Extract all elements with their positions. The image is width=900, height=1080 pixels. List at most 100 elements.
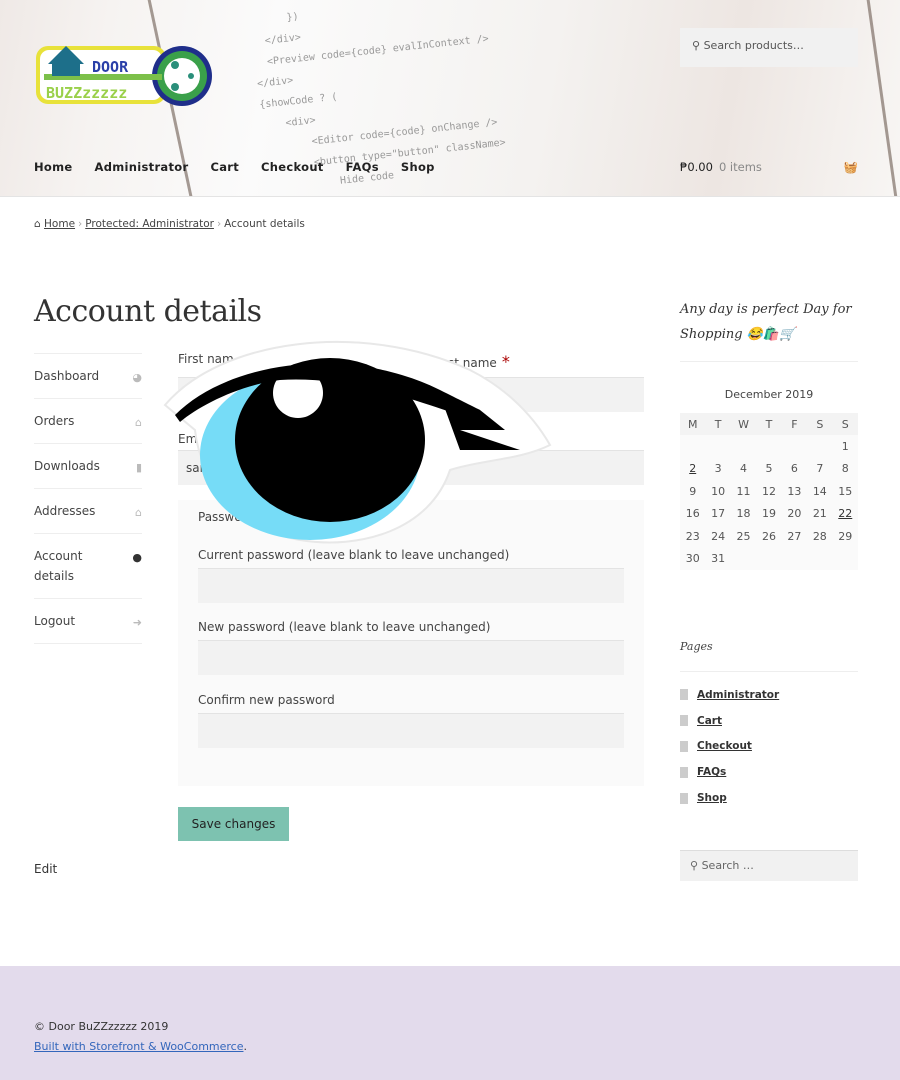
calendar-day: 28 — [807, 525, 833, 548]
page-link-checkout[interactable]: Checkout — [680, 734, 858, 760]
calendar-day: 11 — [730, 480, 757, 503]
current-password-label: Current password (leave blank to leave u… — [198, 548, 510, 562]
tagline-widget: Any day is perfect Day for Shopping 😂🛍️🛒 — [680, 297, 858, 362]
account-nav-downloads[interactable]: Downloads ▮ — [34, 444, 142, 489]
sign-out-icon: ➜ — [132, 616, 142, 629]
calendar-day — [807, 547, 833, 570]
calendar-week: 2345678 — [680, 457, 858, 480]
breadcrumb: ⌂ Home › Protected: Administrator › Account … — [34, 218, 305, 230]
calendar-day — [730, 547, 757, 570]
confirm-password-label: Confirm new password — [198, 693, 335, 707]
save-changes-button[interactable]: Save changes — [178, 807, 289, 841]
calendar-week: 16 17 18 19 20 21 22 — [680, 502, 858, 525]
copyright: © Door BuZZzzzzz 2019 — [34, 1020, 169, 1033]
calendar-day: 31 — [705, 547, 731, 570]
site-logo[interactable]: DOOR BUZZzzzzz — [34, 36, 214, 114]
calendar-day — [832, 547, 858, 570]
pages-widget-title: Pages — [680, 640, 858, 672]
page-link-cart[interactable]: Cart — [680, 708, 858, 734]
calendar-day: 7 — [807, 457, 833, 480]
account-nav-addresses[interactable]: Addresses ⌂ — [34, 489, 142, 534]
page-title: Account details — [34, 294, 262, 329]
calendar-day: 20 — [781, 502, 808, 525]
calendar-week: 30 31 — [680, 547, 858, 570]
calendar-day — [781, 435, 808, 458]
current-password-input[interactable] — [198, 568, 624, 603]
cart-count: 0 items — [718, 160, 762, 174]
calendar-day: 27 — [781, 525, 808, 548]
product-search-input[interactable]: ⚲ Search products… — [680, 28, 858, 67]
account-nav-dashboard[interactable]: Dashboard ◕ — [34, 354, 142, 399]
eye-icon — [163, 340, 552, 544]
calendar-day: 30 — [680, 547, 706, 570]
calendar-widget: December 2019 M T W T F S S 1 2 3 4 5 6 7 8 9 10 11 12 13 14… — [680, 388, 858, 570]
breadcrumb-parent[interactable]: Protected: Administrator — [85, 218, 214, 230]
page-icon — [680, 740, 688, 752]
calendar-week: 9 10 11 12 13 14 15 — [680, 480, 858, 503]
calendar-day-header: W — [730, 413, 757, 435]
calendar-day-header: T — [705, 413, 731, 435]
home-icon: ⌂ — [135, 506, 142, 519]
calendar-day-header: S — [832, 413, 858, 435]
nav-home[interactable]: Home — [34, 160, 73, 174]
calendar-day: 15 — [832, 480, 858, 503]
account-nav-logout[interactable]: Logout ➜ — [34, 599, 142, 644]
sidebar-search-input[interactable]: ⚲ Search … — [680, 850, 858, 881]
svg-text:BUZZzzzzz: BUZZzzzzz — [46, 84, 127, 102]
cart-total: ₱0.00 — [680, 160, 713, 174]
calendar-day — [730, 435, 757, 458]
account-navigation: Dashboard ◕ Orders ⌂ Downloads ▮ Addresses ⌂… — [34, 353, 142, 644]
page-link-administrator[interactable]: Administrator — [680, 682, 858, 708]
calendar-day: 10 — [705, 480, 731, 503]
user-icon: ● — [132, 551, 142, 564]
calendar-day: 1 — [832, 435, 858, 458]
page-icon — [680, 689, 688, 701]
built-with-link[interactable]: Built with Storefront & WooCommerce — [34, 1040, 243, 1053]
account-nav-account-details[interactable]: Account details ● — [34, 534, 142, 599]
calendar-day-header: S — [807, 413, 833, 435]
calendar-day — [807, 435, 833, 458]
calendar-day-header: T — [756, 413, 782, 435]
calendar-day: 6 — [781, 457, 808, 480]
nav-cart[interactable]: Cart — [210, 160, 239, 174]
site-header: }) </div> <Preview code={code} evalInCon… — [0, 0, 900, 197]
calendar-day: 13 — [781, 480, 808, 503]
calendar-day — [756, 547, 782, 570]
nav-faqs[interactable]: FAQs — [346, 160, 379, 174]
primary-nav: Home Administrator Cart Checkout FAQs Sh… — [34, 160, 457, 174]
calendar-day: 29 — [832, 525, 858, 548]
site-footer: © Door BuZZzzzzz 2019 Built with Storefr… — [0, 966, 900, 1080]
page-link-faqs[interactable]: FAQs — [680, 759, 858, 785]
calendar-day: 17 — [705, 502, 731, 525]
basket-icon: ⌂ — [135, 416, 142, 429]
calendar-day — [756, 435, 782, 458]
calendar-week: 23 24 25 26 27 28 29 — [680, 525, 858, 548]
calendar-day: 18 — [730, 502, 757, 525]
calendar-day: 26 — [756, 525, 782, 548]
nav-checkout[interactable]: Checkout — [261, 160, 324, 174]
calendar-day: 21 — [807, 502, 833, 525]
background-decoration — [864, 0, 899, 196]
breadcrumb-current: Account details — [224, 218, 305, 230]
calendar-day[interactable]: 22 — [832, 502, 858, 525]
nav-administrator[interactable]: Administrator — [95, 160, 189, 174]
new-password-label: New password (leave blank to leave uncha… — [198, 620, 491, 634]
file-icon: ▮ — [135, 461, 142, 474]
calendar-day-header: M — [680, 413, 706, 435]
account-nav-orders[interactable]: Orders ⌂ — [34, 399, 142, 444]
breadcrumb-home[interactable]: Home — [44, 218, 75, 230]
confirm-password-input[interactable] — [198, 713, 624, 748]
search-icon: ⚲ — [690, 859, 702, 872]
page-icon — [680, 792, 688, 804]
header-cart[interactable]: ₱0.00 0 items 🧺 — [680, 160, 858, 174]
nav-shop[interactable]: Shop — [401, 160, 435, 174]
calendar-table: M T W T F S S 1 2 3 4 5 6 7 8 9 10 11 12 13 14 15 16 17 18 19 20 21… — [680, 413, 858, 570]
calendar-week: 1 — [680, 435, 858, 458]
calendar-day: 3 — [705, 457, 731, 480]
page-icon — [680, 766, 688, 778]
new-password-input[interactable] — [198, 640, 624, 675]
edit-link[interactable]: Edit — [34, 862, 57, 876]
page-link-shop[interactable]: Shop — [680, 785, 858, 811]
calendar-day — [680, 435, 706, 458]
calendar-day[interactable]: 2 — [680, 457, 706, 480]
